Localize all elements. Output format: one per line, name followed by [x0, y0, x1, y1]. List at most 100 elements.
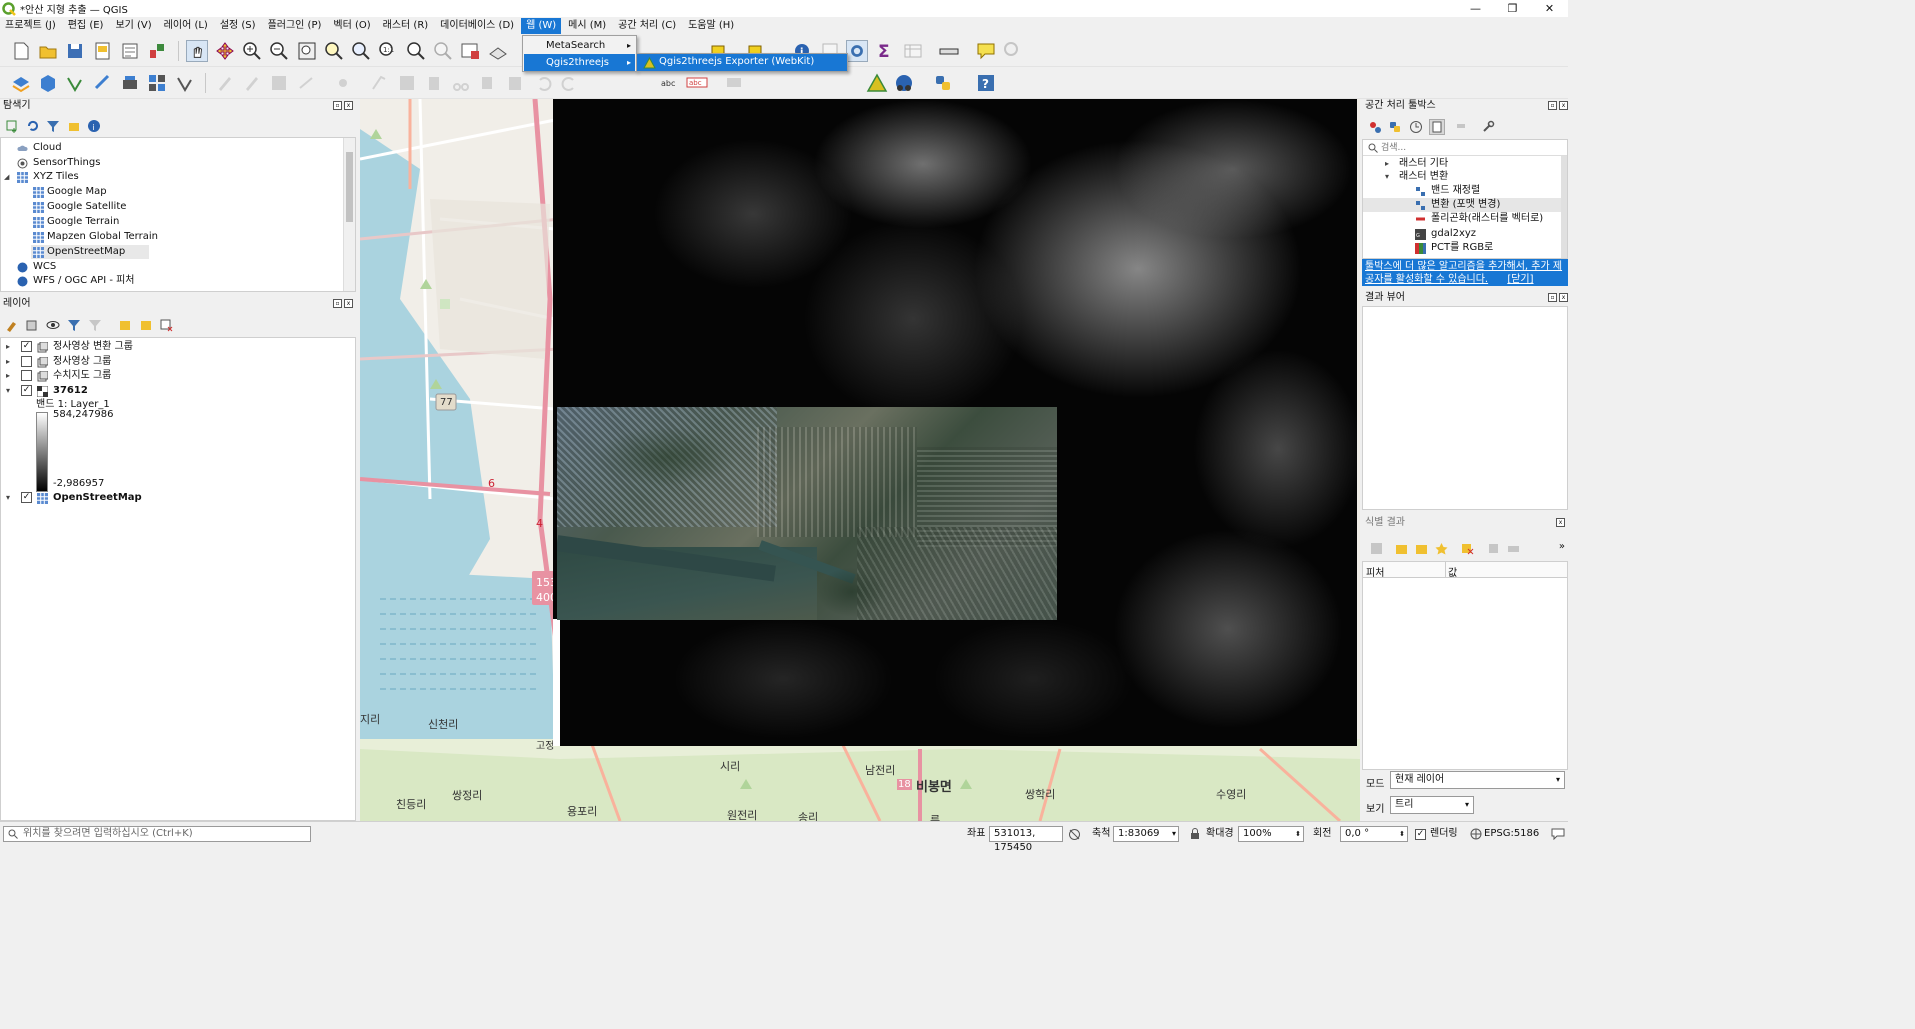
toolbox-search-input[interactable]	[1381, 141, 1561, 154]
browser-item-google-satellite[interactable]: Google Satellite	[31, 200, 126, 214]
layout-manager-icon[interactable]	[119, 40, 141, 62]
menu-item-qgis2threejs[interactable]: Qgis2threejs ▸	[524, 54, 635, 71]
scripts-icon[interactable]	[1388, 120, 1402, 134]
menu-view[interactable]: 보기 (V)	[110, 18, 156, 34]
browser-item-google-map[interactable]: Google Map	[31, 185, 107, 199]
close-button[interactable]: ✕	[1531, 0, 1568, 17]
style-manager-icon[interactable]	[146, 40, 168, 62]
expand-arrow-icon[interactable]: ▸	[6, 355, 10, 369]
menu-settings[interactable]: 설정 (S)	[215, 18, 261, 34]
vertex-tool-icon[interactable]	[332, 72, 354, 94]
filter-legend-icon[interactable]	[67, 318, 81, 332]
close-panel-icon[interactable]: x	[1556, 518, 1565, 527]
collapse-all-icon[interactable]	[139, 318, 153, 332]
close-panel-icon[interactable]: x	[1559, 293, 1568, 302]
pan-map-icon[interactable]	[186, 40, 208, 62]
menu-plugins[interactable]: 플러그인 (P)	[263, 18, 327, 34]
models-icon[interactable]	[1368, 120, 1382, 134]
browser-item-cloud[interactable]: Cloud	[15, 141, 62, 155]
help-icon[interactable]: ?	[975, 72, 997, 94]
layer-visibility-checkbox[interactable]: ✓	[21, 492, 32, 503]
save-project-icon[interactable]	[64, 40, 86, 62]
browser-item-mapzen-terrain[interactable]: Mapzen Global Terrain	[31, 230, 158, 244]
messages-icon[interactable]	[1551, 827, 1565, 840]
layer-visibility-checkbox[interactable]: ✓	[21, 341, 32, 352]
plugin-globe-icon[interactable]	[893, 72, 915, 94]
float-panel-icon[interactable]: ▫	[1548, 101, 1557, 110]
toolbox-alg-pct-to-rgb[interactable]: PCT를 RGB로	[1415, 241, 1493, 255]
menu-project[interactable]: 프로젝트 (J)	[0, 18, 61, 34]
crs-globe-icon[interactable]	[1470, 828, 1482, 840]
add-wms-layer-icon[interactable]	[119, 72, 141, 94]
delete-selected-icon[interactable]	[423, 72, 445, 94]
layer-group-digital-map[interactable]: ▸ 수치지도 그룹	[5, 369, 305, 383]
statistical-summary-icon[interactable]: Σ	[874, 40, 896, 62]
layer-visibility-checkbox[interactable]	[21, 356, 32, 367]
collapse-arrow-icon[interactable]: ▾	[6, 491, 10, 505]
menu-database[interactable]: 데이터베이스 (D)	[435, 18, 519, 34]
browser-item-google-terrain[interactable]: Google Terrain	[31, 215, 119, 229]
view-select[interactable]: 트리 ▾	[1390, 796, 1474, 814]
add-wfs-layer-icon[interactable]	[174, 72, 196, 94]
more-icon[interactable]: »	[1559, 541, 1565, 552]
open-styling-icon[interactable]	[5, 318, 19, 332]
menu-item-qgis2threejs-exporter[interactable]: Qgis2threejs Exporter (WebKit)	[659, 56, 814, 67]
zoom-out-icon[interactable]	[268, 40, 290, 62]
browser-item-wcs[interactable]: WCS	[15, 260, 56, 274]
add-raster-layer-icon[interactable]	[92, 72, 114, 94]
collapse-all-icon[interactable]	[1415, 542, 1428, 555]
digitize-icon[interactable]	[368, 72, 390, 94]
minimize-button[interactable]: —	[1457, 0, 1494, 17]
menu-mesh[interactable]: 메시 (M)	[563, 18, 611, 34]
layer-visibility-checkbox[interactable]	[21, 370, 32, 381]
menu-edit[interactable]: 편집 (E)	[63, 18, 109, 34]
filter-expression-icon[interactable]	[88, 318, 102, 332]
layer-openstreetmap[interactable]: ▾ ✓ OpenStreetMap	[5, 491, 305, 505]
processing-toolbox-icon[interactable]	[846, 40, 868, 62]
layer-visibility-checkbox[interactable]: ✓	[21, 385, 32, 396]
new-geopackage-icon[interactable]	[37, 72, 59, 94]
map-tips-icon[interactable]	[975, 40, 997, 62]
zoom-to-layer-icon[interactable]	[350, 40, 372, 62]
expand-arrow-icon[interactable]: ▸	[6, 369, 10, 383]
coordinate-field[interactable]: 531013, 175450	[989, 826, 1063, 853]
expand-arrow-icon[interactable]: ▸	[6, 340, 10, 354]
close-panel-icon[interactable]: x	[344, 299, 353, 308]
filter-icon[interactable]	[46, 119, 60, 133]
properties-icon[interactable]: i	[87, 119, 101, 133]
add-line-feature-icon[interactable]	[296, 72, 318, 94]
add-group-icon[interactable]	[25, 318, 39, 332]
float-panel-icon[interactable]: ▫	[1548, 293, 1557, 302]
locator-search[interactable]: 위치를 찾으려면 입력하십시오 (Ctrl+K)	[3, 826, 311, 842]
column-feature[interactable]: 피처	[1366, 564, 1384, 579]
column-value[interactable]: 값	[1448, 564, 1457, 579]
redo-icon[interactable]	[559, 72, 581, 94]
zoom-last-icon[interactable]	[405, 40, 427, 62]
undo-icon[interactable]	[532, 72, 554, 94]
browser-item-openstreetmap[interactable]: OpenStreetMap	[31, 245, 149, 259]
layer-group-ortho-transform[interactable]: ▸ ✓ 정사영상 변환 그룹	[5, 340, 305, 354]
expand-all-icon[interactable]	[118, 318, 132, 332]
attribute-table-icon[interactable]	[902, 40, 924, 62]
scale-field[interactable]: 1:83069 ▾	[1113, 826, 1179, 842]
cut-features-icon[interactable]	[450, 72, 472, 94]
zoom-native-icon[interactable]: 1:1	[377, 40, 399, 62]
menu-layer[interactable]: 레이어 (L)	[159, 18, 213, 34]
toolbox-alg-rearrange-bands[interactable]: 밴드 재정렬	[1415, 184, 1480, 198]
measure-line-icon[interactable]	[938, 40, 960, 62]
magnifier-field[interactable]: 100% ⬍	[1238, 826, 1304, 842]
maximize-button[interactable]: ❐	[1494, 0, 1531, 17]
toolbox-scrollbar[interactable]	[1561, 156, 1567, 258]
menu-raster[interactable]: 래스터 (R)	[378, 18, 434, 34]
render-checkbox[interactable]: ✓	[1415, 829, 1426, 840]
toolbox-alg-translate[interactable]: 변환 (포맷 변경)	[1363, 198, 1567, 212]
expand-arrow-icon[interactable]: ▸	[1385, 157, 1389, 171]
expand-tree-icon[interactable]	[1370, 542, 1383, 555]
expand-new-icon[interactable]	[1435, 542, 1448, 555]
layer-group-ortho[interactable]: ▸ 정사영상 그룹	[5, 355, 305, 369]
new-print-layout-icon[interactable]	[92, 40, 114, 62]
paste-features-icon[interactable]	[504, 72, 526, 94]
zoom-in-icon[interactable]	[241, 40, 263, 62]
zoom-to-selection-icon[interactable]	[323, 40, 345, 62]
float-panel-icon[interactable]: ▫	[333, 101, 342, 110]
